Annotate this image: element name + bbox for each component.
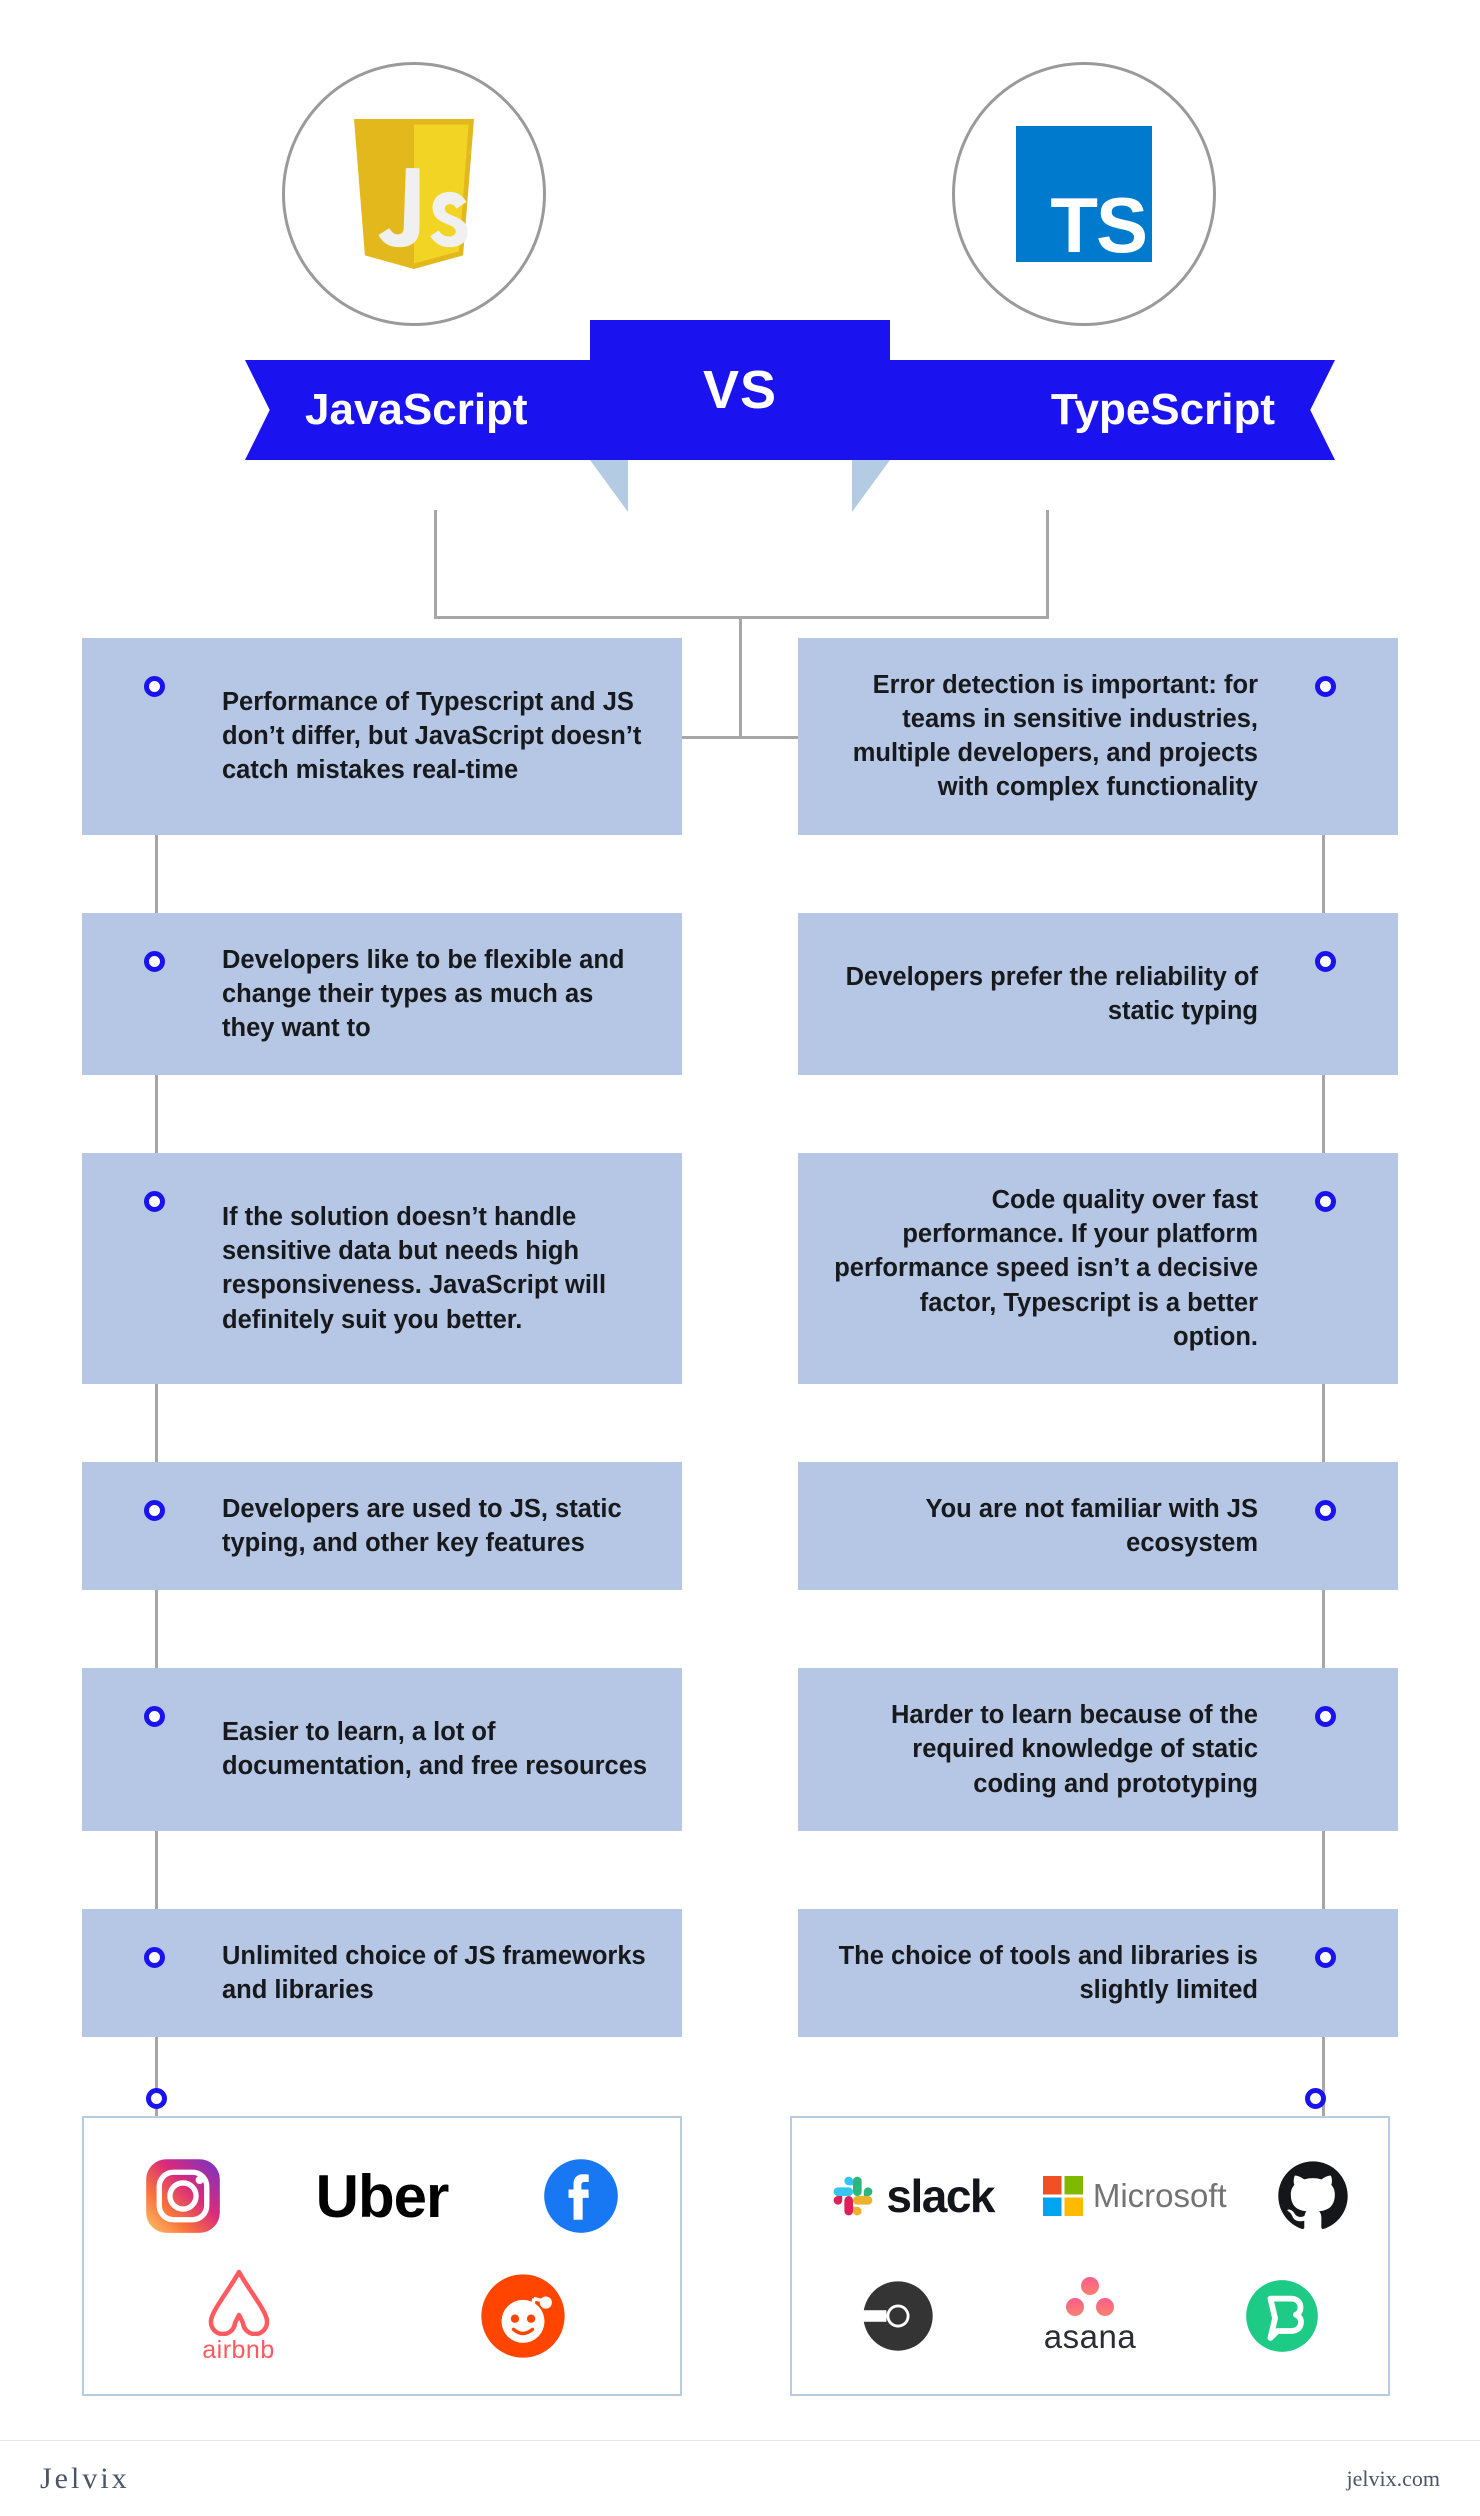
javascript-logo-icon <box>354 119 474 269</box>
logo-airbnb: airbnb <box>199 2268 279 2365</box>
comparison-row: Performance of Typescript and JS don’t d… <box>0 638 1480 835</box>
typescript-users-box: slack Microsoft asana <box>790 2088 1390 2396</box>
rail-marker-right <box>1315 1191 1336 1213</box>
javascript-point-cell: Easier to learn, a lot of documentation,… <box>82 1668 682 1831</box>
microsoft-icon <box>1042 2176 1083 2216</box>
javascript-point-cell: Developers are used to JS, static typing… <box>82 1461 682 1591</box>
asana-wordmark: asana <box>1043 2318 1137 2355</box>
typescript-point-text: The choice of tools and libraries is sli… <box>838 1941 1258 2004</box>
javascript-users-box: Uber airbnb <box>82 2088 682 2396</box>
typescript-point-cell: Harder to learn because of the required … <box>798 1668 1398 1831</box>
rail-marker-right <box>1315 1706 1336 1728</box>
javascript-point-cell: Unlimited choice of JS frameworks and li… <box>82 1908 682 2037</box>
logo-circleci <box>860 2279 935 2353</box>
circleci-icon <box>860 2281 933 2351</box>
uber-wordmark: Uber <box>315 2162 450 2230</box>
javascript-point-text: Unlimited choice of JS frameworks and li… <box>222 1941 646 2004</box>
microsoft-wordmark: Microsoft <box>1092 2177 1227 2214</box>
typescript-point-text: You are not familiar with JS ecosystem <box>925 1494 1258 1558</box>
typescript-point-cell: Error detection is important: for teams … <box>798 638 1398 835</box>
rail-marker-left <box>144 1499 165 1521</box>
ribbon-fold-right-icon <box>852 460 890 512</box>
comparison-row: Developers are used to JS, static typing… <box>0 1461 1480 1591</box>
javascript-label: JavaScript <box>305 385 528 434</box>
logo-uber: Uber <box>315 2162 450 2231</box>
typescript-point-cell: You are not familiar with JS ecosystem <box>798 1461 1398 1591</box>
comparison-row: If the solution doesn’t handle sensitive… <box>0 1153 1480 1384</box>
rail-marker-right <box>1315 1499 1336 1521</box>
connector-stem-right <box>1046 510 1049 616</box>
typescript-label: TypeScript <box>1050 385 1275 434</box>
logo-facebook <box>543 2158 619 2234</box>
footer-url: jelvix.com <box>1346 2465 1440 2491</box>
rail-marker-left <box>144 1191 165 1213</box>
facebook-icon <box>543 2159 618 2233</box>
footer: Jelvix jelvix.com <box>0 2440 1480 2516</box>
asana-icon <box>1065 2277 1114 2316</box>
javascript-logo-circle <box>282 62 546 326</box>
logo-microsoft: Microsoft <box>1042 2176 1227 2216</box>
javascript-point-cell: If the solution doesn’t handle sensitive… <box>82 1153 682 1384</box>
typescript-point-text: Developers prefer the reliability of sta… <box>845 962 1258 1025</box>
rail-marker-left <box>144 1946 165 1968</box>
typescript-point-cell: Code quality over fast performance. If y… <box>798 1153 1398 1384</box>
logo-bitpanda <box>1245 2279 1319 2353</box>
typescript-logo-text: TS <box>1050 181 1148 270</box>
typescript-point-text: Harder to learn because of the required … <box>890 1701 1258 1798</box>
airbnb-icon <box>208 2269 269 2336</box>
javascript-point-text: Easier to learn, a lot of documentation,… <box>222 1718 648 1781</box>
banner-label-typescript: TypeScript <box>885 360 1335 460</box>
typescript-point-cell: The choice of tools and libraries is sli… <box>798 1908 1398 2037</box>
rail-marker-right-logos <box>1305 2088 1326 2109</box>
javascript-point-cell: Developers like to be flexible and chang… <box>82 912 682 1076</box>
typescript-point-text: Code quality over fast performance. If y… <box>834 1186 1258 1351</box>
logo-instagram <box>145 2158 221 2234</box>
connector-stem-left <box>434 510 437 616</box>
slack-icon <box>834 2176 873 2216</box>
infographic-page: TS JavaScript TypeScript VS Performance … <box>0 0 1480 2516</box>
bitpanda-icon <box>1246 2280 1319 2352</box>
github-icon <box>1277 2161 1348 2230</box>
instagram-icon <box>146 2159 221 2233</box>
javascript-point-text: If the solution doesn’t handle sensitive… <box>222 1203 607 1334</box>
comparison-row: Unlimited choice of JS frameworks and li… <box>0 1908 1480 2037</box>
reddit-icon <box>480 2274 565 2358</box>
logo-github <box>1276 2159 1350 2233</box>
typescript-logo-circle: TS <box>952 62 1216 326</box>
logo-slack: slack <box>830 2169 996 2223</box>
rail-marker-left-logos <box>146 2088 167 2109</box>
typescript-point-cell: Developers prefer the reliability of sta… <box>798 912 1398 1076</box>
javascript-point-text: Performance of Typescript and JS don’t d… <box>222 688 642 785</box>
javascript-point-text: Developers like to be flexible and chang… <box>222 945 625 1042</box>
javascript-point-text: Developers are used to JS, static typing… <box>222 1494 622 1558</box>
rail-marker-right <box>1315 676 1336 697</box>
vs-label: VS <box>702 360 778 420</box>
javascript-point-cell: Performance of Typescript and JS don’t d… <box>82 638 682 835</box>
vs-plate: VS <box>590 320 890 460</box>
vs-banner: JavaScript TypeScript VS <box>0 320 1480 512</box>
rail-marker-left <box>144 676 165 697</box>
rail-marker-right <box>1315 950 1336 972</box>
slack-wordmark: slack <box>886 2170 995 2222</box>
rail-marker-left <box>144 950 165 972</box>
footer-brand: Jelvix <box>40 2461 130 2495</box>
ribbon-fold-left-icon <box>590 460 628 512</box>
logo-asana: asana <box>1044 2276 1136 2356</box>
comparison-rows: Performance of Typescript and JS don’t d… <box>0 638 1480 2037</box>
airbnb-wordmark: airbnb <box>202 2335 275 2364</box>
typescript-logo-icon: TS <box>1016 126 1152 270</box>
comparison-row: Easier to learn, a lot of documentation,… <box>0 1668 1480 1831</box>
rail-marker-right <box>1315 1946 1336 1968</box>
logo-reddit <box>480 2273 566 2359</box>
rail-marker-left <box>144 1706 165 1728</box>
typescript-point-text: Error detection is important: for teams … <box>852 671 1258 802</box>
comparison-row: Developers like to be flexible and chang… <box>0 912 1480 1076</box>
